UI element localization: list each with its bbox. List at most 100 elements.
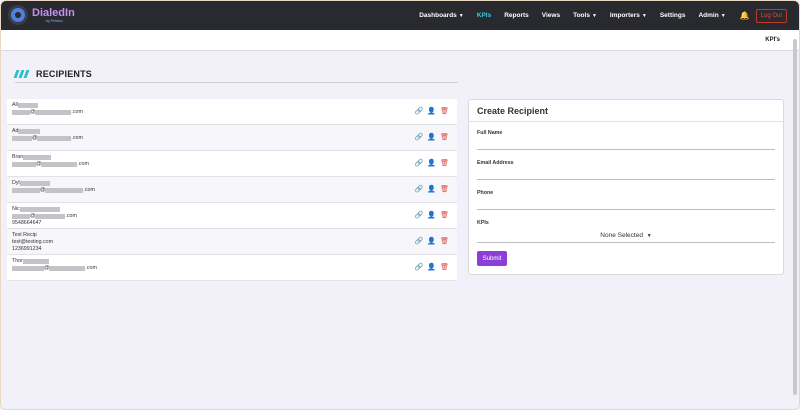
link-icon[interactable]: 🔗 xyxy=(415,212,424,219)
scrollbar[interactable] xyxy=(792,31,798,401)
kpis-select[interactable]: None Selected ▼ xyxy=(477,228,775,243)
redacted-text xyxy=(35,109,72,115)
trash-icon[interactable]: 🗑 xyxy=(440,238,449,245)
nav-item-label: Reports xyxy=(504,12,529,19)
redacted-text xyxy=(12,161,36,167)
redacted-text xyxy=(12,213,30,219)
user-check-icon[interactable]: 👤 xyxy=(427,212,436,219)
recipient-email: .com xyxy=(71,135,83,141)
scrollbar-thumb[interactable] xyxy=(793,39,797,395)
logo-subtitle: by Peloton xyxy=(46,18,63,23)
link-icon[interactable]: 🔗 xyxy=(415,160,424,167)
nav-item-reports[interactable]: Reports xyxy=(504,12,529,19)
recipient-email: .com xyxy=(65,213,77,219)
kpis-label: KPIs xyxy=(477,220,489,226)
recipient-list: All @ .com 🔗 👤 🗑 Ad @ .com 🔗 👤 🗑 Bran @ .co… xyxy=(7,99,457,281)
redacted-text xyxy=(12,109,30,115)
nav-item-kpis[interactable]: KPIs xyxy=(477,12,491,19)
nav-item-dashboards[interactable]: Dashboards ▼ xyxy=(419,12,464,19)
user-check-icon[interactable]: 👤 xyxy=(427,238,436,245)
recipient-name: Nic xyxy=(12,206,20,212)
link-icon[interactable]: 🔗 xyxy=(415,134,424,141)
list-item: All @ .com 🔗 👤 🗑 xyxy=(7,99,457,125)
nav-item-settings[interactable]: Settings xyxy=(660,12,686,19)
link-icon[interactable]: 🔗 xyxy=(415,108,424,115)
recipient-name: Bran xyxy=(12,154,24,160)
full-name-label: Full Name xyxy=(477,130,503,136)
list-item: Test Recip test@testing.com 1236991234 🔗… xyxy=(7,229,457,255)
kpis-field: KPIs None Selected ▼ xyxy=(477,220,775,243)
redacted-text xyxy=(45,187,84,193)
redacted-text xyxy=(18,128,41,134)
nav-item-views[interactable]: Views xyxy=(542,12,560,19)
logo-name: DialedIn xyxy=(32,6,75,19)
user-check-icon[interactable]: 👤 xyxy=(427,134,436,141)
link-icon[interactable]: 🔗 xyxy=(415,238,424,245)
kpis-select-value: None Selected xyxy=(600,232,643,239)
redacted-text xyxy=(23,154,52,160)
recipient-email: .com xyxy=(71,109,83,115)
redacted-text xyxy=(41,161,78,167)
redacted-text xyxy=(12,265,44,271)
page-title: RECIPIENTS xyxy=(36,69,93,79)
redacted-text xyxy=(22,258,49,264)
phone-field: Phone xyxy=(477,190,775,210)
redacted-text xyxy=(19,180,50,186)
recipient-name: Thor xyxy=(12,258,23,264)
trash-icon[interactable]: 🗑 xyxy=(440,212,449,219)
redacted-text xyxy=(35,213,66,219)
redacted-text xyxy=(49,265,86,271)
caret-down-icon: ▼ xyxy=(646,233,652,239)
email-field: Email Address xyxy=(477,160,775,180)
nav-item-label: Settings xyxy=(659,12,686,19)
email-input[interactable] xyxy=(477,168,775,180)
link-icon[interactable]: 🔗 xyxy=(415,264,424,271)
redacted-text xyxy=(19,206,60,212)
full-name-field: Full Name xyxy=(477,130,775,150)
user-check-icon[interactable]: 👤 xyxy=(427,108,436,115)
recipient-email: .com xyxy=(77,161,89,167)
recipient-name: Test Recip xyxy=(12,232,37,238)
nav-item-admin[interactable]: Admin ▼ xyxy=(698,12,725,19)
logout-button[interactable]: Log Out xyxy=(755,8,787,23)
recipient-email: test@testing.com xyxy=(12,239,53,245)
recipient-phone: 1236991234 xyxy=(12,246,42,252)
nav-item-label: Views xyxy=(541,12,561,19)
trash-icon[interactable]: 🗑 xyxy=(440,264,449,271)
list-item: Dyl @ .com 🔗 👤 🗑 xyxy=(7,177,457,203)
nav-item-label: Dashboards xyxy=(419,12,457,19)
logo-mark-icon xyxy=(8,5,28,25)
user-check-icon[interactable]: 👤 xyxy=(427,264,436,271)
list-item: Thor @ .com 🔗 👤 🗑 xyxy=(7,255,457,281)
nav-item-label: Importers xyxy=(609,12,640,19)
create-recipient-panel: Create Recipient Full Name Email Address… xyxy=(468,99,784,275)
nav-item-label: KPIs xyxy=(476,12,492,19)
caret-down-icon: ▼ xyxy=(458,13,464,19)
list-item: Nic @ .com 9548664647 🔗 👤 🗑 xyxy=(7,203,457,229)
trash-icon[interactable]: 🗑 xyxy=(440,160,449,167)
caret-down-icon: ▼ xyxy=(591,13,597,19)
redacted-text xyxy=(17,102,38,108)
list-item: Bran @ .com 🔗 👤 🗑 xyxy=(7,151,457,177)
breadcrumb[interactable]: KPI's xyxy=(765,37,780,43)
nav-item-tools[interactable]: Tools ▼ xyxy=(573,12,597,19)
nav-item-label: Admin xyxy=(698,12,719,19)
bell-icon[interactable]: 🔔 xyxy=(740,11,750,20)
trash-icon[interactable]: 🗑 xyxy=(440,186,449,193)
recipient-phone: 9548664647 xyxy=(12,220,42,226)
phone-input[interactable] xyxy=(477,198,775,210)
trash-icon[interactable]: 🗑 xyxy=(440,134,449,141)
panel-title: Create Recipient xyxy=(469,100,783,122)
trash-icon[interactable]: 🗑 xyxy=(440,108,449,115)
user-check-icon[interactable]: 👤 xyxy=(427,186,436,193)
link-icon[interactable]: 🔗 xyxy=(415,186,424,193)
nav-item-importers[interactable]: Importers ▼ xyxy=(610,12,647,19)
submit-button[interactable]: Submit xyxy=(477,251,507,266)
redacted-text xyxy=(12,135,32,141)
logo[interactable]: DialedIn by Peloton xyxy=(8,5,75,25)
list-item: Ad @ .com 🔗 👤 🗑 xyxy=(7,125,457,151)
user-check-icon[interactable]: 👤 xyxy=(427,160,436,167)
recipient-email: .com xyxy=(83,187,95,193)
full-name-input[interactable] xyxy=(477,138,775,150)
redacted-text xyxy=(12,187,40,193)
